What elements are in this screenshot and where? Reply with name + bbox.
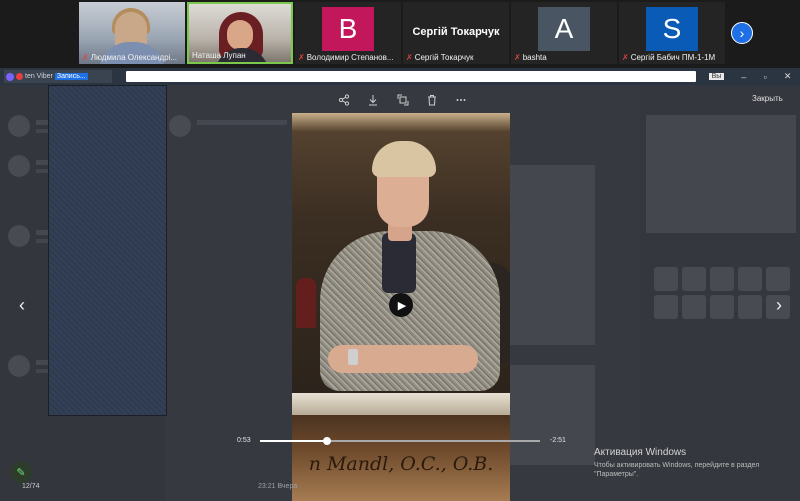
play-icon: ▶ <box>397 299 407 312</box>
restore-button[interactable]: ▫ <box>764 72 767 82</box>
window-bar: ten Viber Запись... Вы – ▫ ✕ <box>0 68 800 85</box>
time-elapsed: 0:53 <box>237 437 251 444</box>
participant-name: ✗ Сергій Токарчук <box>406 53 474 62</box>
avatar: B <box>322 7 374 51</box>
video-watch <box>348 349 358 365</box>
play-button[interactable]: ▶ <box>389 293 413 317</box>
muted-mic-icon: ✗ <box>622 53 629 62</box>
pencil-icon: ✎ <box>16 466 26 479</box>
participant-tile-2[interactable]: Наташа Лупан <box>187 2 293 64</box>
next-media-button[interactable]: › <box>769 293 789 317</box>
tab-label-active: Запись... <box>54 73 88 80</box>
address-bar[interactable] <box>126 71 696 82</box>
participant-name: ✗ bashta <box>514 53 547 62</box>
participant-tile-3[interactable]: B ✗ Володимир Степанов... <box>295 2 401 64</box>
participant-tile-6[interactable]: S ✗ Сергій Бабич ПМ-1-1М <box>619 2 725 64</box>
participant-name: ✗ Сергій Бабич ПМ-1-1М <box>622 53 716 62</box>
participant-tile-5[interactable]: A ✗ bashta <box>511 2 617 64</box>
share-icon[interactable] <box>335 91 353 109</box>
close-viewer-button[interactable]: Закрыть <box>752 94 783 103</box>
seek-bar[interactable] <box>260 437 540 445</box>
participant-name: Наташа Лупан <box>192 51 246 60</box>
viber-icon <box>6 72 14 81</box>
record-icon <box>16 73 23 80</box>
windows-activation-watermark: Активация Windows Чтобы активировать Win… <box>594 447 800 479</box>
participant-name: ✗ Людмила Олександрі... <box>82 53 178 62</box>
video-table <box>292 393 510 415</box>
time-remaining: -2:51 <box>550 437 566 444</box>
participant-tile-1[interactable]: ✗ Людмила Олександрі... <box>79 2 185 64</box>
activation-title: Активация Windows <box>594 447 687 458</box>
avatar: A <box>538 7 590 51</box>
exit-button[interactable]: Вы <box>708 73 725 80</box>
participant-strip: ✗ Людмила Олександрі... Наташа Лупан B ✗ В… <box>0 0 800 67</box>
muted-mic-icon: ✗ <box>298 53 305 62</box>
chevron-left-icon: ‹ <box>19 294 25 315</box>
avatar: S <box>646 7 698 51</box>
chevron-right-icon: › <box>739 25 745 41</box>
next-participants-button[interactable]: › <box>731 22 753 44</box>
video-shirt <box>382 233 416 293</box>
video-caption: n Mandl, O.C., O.B. <box>308 453 494 475</box>
media-viewer: Закрыть ‹ › n Mandl, O.C., O.B. ▶ 0:53 -… <box>0 85 800 501</box>
participant-face <box>227 20 253 50</box>
seek-progress <box>260 440 328 442</box>
more-icon[interactable] <box>452 91 470 109</box>
window-controls: Вы – ▫ ✕ <box>700 69 800 84</box>
muted-mic-icon: ✗ <box>514 53 521 62</box>
message-timestamp: 23:21 Вчера <box>258 483 298 490</box>
browser-tab[interactable]: ten Viber Запись... <box>4 70 112 83</box>
close-window-button[interactable]: ✕ <box>784 71 792 82</box>
minimize-button[interactable]: – <box>741 72 746 82</box>
video-light <box>292 113 510 131</box>
participant-name: ✗ Володимир Степанов... <box>298 53 394 62</box>
trash-icon[interactable] <box>423 91 441 109</box>
participant-display-name: Сергій Токарчук <box>412 26 500 38</box>
viewer-toolbar <box>335 91 470 109</box>
rotate-icon[interactable] <box>394 91 412 109</box>
download-icon[interactable] <box>364 91 382 109</box>
muted-mic-icon: ✗ <box>82 53 89 62</box>
chevron-right-icon: › <box>776 294 782 315</box>
media-counter: 12/74 <box>22 483 40 490</box>
previous-media-button[interactable]: ‹ <box>12 293 32 317</box>
activation-text: Чтобы активировать Windows, перейдите в … <box>594 462 760 478</box>
tab-label: ten Viber <box>25 73 53 80</box>
edit-button[interactable]: ✎ <box>10 461 32 483</box>
video-wine-glass <box>296 278 316 328</box>
participant-tile-4[interactable]: Сергій Токарчук ✗ Сергій Токарчук <box>403 2 509 64</box>
muted-mic-icon: ✗ <box>406 53 413 62</box>
